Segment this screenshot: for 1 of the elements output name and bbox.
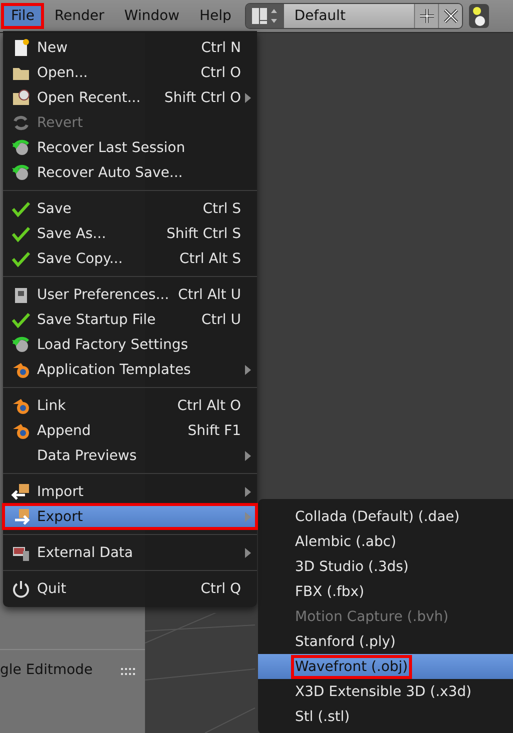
panel-title: gle Editmode (0, 662, 93, 678)
